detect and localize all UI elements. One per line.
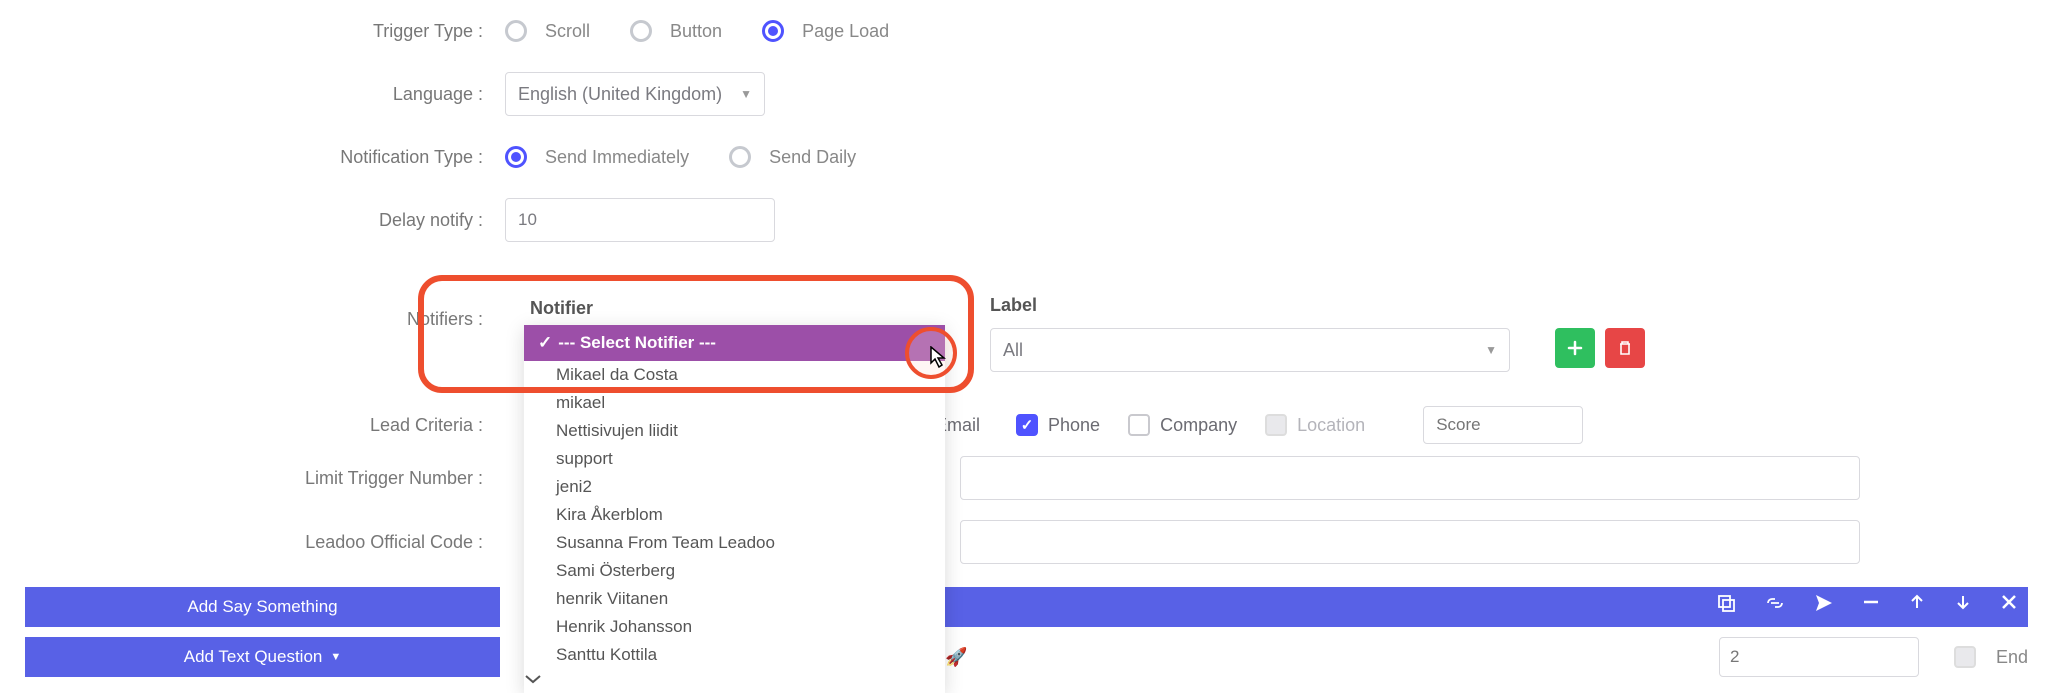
notifier-option[interactable]: Mikael da Costa <box>524 361 945 389</box>
score-input[interactable] <box>1423 406 1583 444</box>
language-label: Language : <box>0 84 505 105</box>
add-notifier-button[interactable] <box>1555 328 1595 368</box>
notifier-option[interactable]: Henrik Johansson <box>524 613 945 641</box>
radio-send-daily[interactable] <box>729 146 751 168</box>
criteria-location-checkbox[interactable] <box>1265 414 1287 436</box>
leadoo-code-label: Leadoo Official Code : <box>0 532 505 553</box>
arrow-up-icon[interactable] <box>1908 593 1926 613</box>
notifier-option[interactable]: Susanna From Team Leadoo <box>524 529 945 557</box>
criteria-location-label: Location <box>1297 415 1365 436</box>
chevron-down-icon: ▼ <box>1485 343 1497 357</box>
delay-notify-label: Delay notify : <box>0 210 505 231</box>
add-say-label: Add Say Something <box>187 597 337 617</box>
arrow-down-icon[interactable] <box>1954 593 1972 613</box>
radio-pageload[interactable] <box>762 20 784 42</box>
lead-criteria-label: Lead Criteria : <box>0 415 505 436</box>
end-label: End <box>1996 647 2028 668</box>
radio-button[interactable] <box>630 20 652 42</box>
label-heading: Label <box>990 295 1510 316</box>
criteria-phone-checkbox[interactable] <box>1016 414 1038 436</box>
close-icon[interactable] <box>2000 593 2018 613</box>
check-icon: ✓ <box>538 333 552 353</box>
radio-daily-label: Send Daily <box>769 147 856 168</box>
trigger-type-label: Trigger Type : <box>0 21 505 42</box>
label-select[interactable]: All ▼ <box>990 328 1510 372</box>
radio-button-label: Button <box>670 21 722 42</box>
notifiers-label: Notifiers : <box>0 309 505 330</box>
link-icon[interactable] <box>1764 593 1786 613</box>
add-text-question-button[interactable]: Add Text Question ▼ <box>25 637 500 677</box>
criteria-phone-label: Phone <box>1048 415 1100 436</box>
notifier-option[interactable]: support <box>524 445 945 473</box>
trash-icon <box>1617 340 1633 356</box>
notifier-heading: Notifier <box>530 298 593 319</box>
delay-notify-input[interactable] <box>505 198 775 242</box>
notifier-option[interactable]: Nettisivujen liidit <box>524 417 945 445</box>
radio-scroll-label: Scroll <box>545 21 590 42</box>
criteria-company-label: Company <box>1160 415 1237 436</box>
minimize-icon[interactable] <box>1862 593 1880 613</box>
notifier-selected: --- Select Notifier --- <box>558 333 716 353</box>
radio-immediate-label: Send Immediately <box>545 147 689 168</box>
caret-down-icon: ▼ <box>330 651 341 663</box>
criteria-company-checkbox[interactable] <box>1128 414 1150 436</box>
send-icon[interactable] <box>1814 593 1834 613</box>
notification-type-label: Notification Type : <box>0 147 505 168</box>
radio-scroll[interactable] <box>505 20 527 42</box>
notifier-option[interactable]: mikael <box>524 389 945 417</box>
end-checkbox[interactable] <box>1954 646 1976 668</box>
notifier-option[interactable]: Sami Österberg <box>524 557 945 585</box>
notifier-option[interactable]: jeni2 <box>524 473 945 501</box>
notifier-dropdown[interactable]: ✓ --- Select Notifier --- Mikael da Cost… <box>524 325 945 693</box>
plus-icon <box>1567 340 1583 356</box>
limit-trigger-input[interactable] <box>960 456 1860 500</box>
notifier-dropdown-header[interactable]: ✓ --- Select Notifier --- <box>524 325 945 361</box>
language-value: English (United Kingdom) <box>518 84 722 105</box>
notifier-option[interactable]: Kira Åkerblom <box>524 501 945 529</box>
add-text-label: Add Text Question <box>184 647 323 667</box>
chevron-down-icon: ▼ <box>740 87 752 101</box>
delete-notifier-button[interactable] <box>1605 328 1645 368</box>
limit-trigger-label: Limit Trigger Number : <box>0 468 505 489</box>
radio-pageload-label: Page Load <box>802 21 889 42</box>
dropdown-more[interactable] <box>524 669 945 693</box>
notifier-option[interactable]: Santtu Kottila <box>524 641 945 669</box>
leadoo-code-input[interactable] <box>960 520 1860 564</box>
sequence-input[interactable] <box>1719 637 1919 677</box>
label-value: All <box>1003 340 1023 361</box>
copy-icon[interactable] <box>1716 593 1736 613</box>
radio-send-immediately[interactable] <box>505 146 527 168</box>
add-say-something-button[interactable]: Add Say Something <box>25 587 500 627</box>
language-select[interactable]: English (United Kingdom) ▼ <box>505 72 765 116</box>
notifier-option[interactable]: henrik Viitanen <box>524 585 945 613</box>
